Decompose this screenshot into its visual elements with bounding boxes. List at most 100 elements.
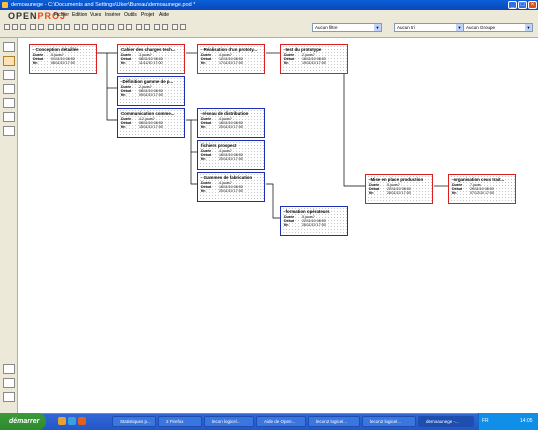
outdent-icon[interactable]	[144, 24, 150, 30]
network-node[interactable]: - Gammes de fabrication Durée 4 jours? Dé…	[197, 172, 265, 202]
window-title: demoaunege - C:\Documents and Settings\U…	[11, 2, 196, 8]
network-node[interactable]: -Mise en place production Durée 5 jours? …	[365, 174, 433, 204]
taskbar-item[interactable]: 2 Firefox	[158, 416, 202, 427]
menu-projet[interactable]: Projet	[141, 12, 154, 18]
taskbar-item[interactable]: lecon logicel...	[204, 416, 254, 427]
node-end: 15/11/10 17:00	[139, 125, 163, 130]
taskbar-item[interactable]: Aide de Open...	[256, 416, 306, 427]
menu-edition[interactable]: Edition	[72, 12, 87, 18]
network-node[interactable]: -réseau de distribution Durée 4 jours? Dé…	[197, 108, 265, 138]
wbs-view-icon[interactable]	[3, 84, 15, 94]
node-end: 26/11/10 17:00	[302, 223, 326, 228]
language-indicator[interactable]: FR	[482, 418, 489, 424]
taskbar-item[interactable]: Statistiques p...	[112, 416, 156, 427]
task-info-icon[interactable]	[162, 24, 168, 30]
undo-icon[interactable]	[74, 24, 80, 30]
network-node[interactable]: - Réalisation d'un prototy... Durée 4 jou…	[197, 44, 265, 74]
start-button[interactable]: démarrer	[0, 413, 46, 430]
gantt-view-icon[interactable]	[3, 42, 15, 52]
menu-vues[interactable]: Vues	[90, 12, 101, 18]
taskbar-item-active[interactable]: demoaunege -...	[418, 416, 474, 427]
network-node[interactable]: -organisation ceux trait... Durée 7 jours…	[448, 174, 516, 204]
network-node[interactable]: Cahier des charges tech... Durée 3 jours?…	[117, 44, 185, 74]
redo-icon[interactable]	[82, 24, 88, 30]
network-view-icon[interactable]	[3, 56, 15, 66]
print-icon[interactable]	[30, 24, 36, 30]
resources-view-icon[interactable]	[3, 70, 15, 80]
end-label: fin	[452, 191, 457, 196]
menu-fichier[interactable]: Fichier	[54, 12, 69, 18]
menu-inserer[interactable]: Insérer	[105, 12, 121, 18]
filter-select[interactable]: Aucun filtre ▼	[312, 23, 382, 32]
report-view-icon[interactable]	[3, 112, 15, 122]
sort-select[interactable]: Aucun tri ▼	[394, 23, 464, 32]
end-label: fin	[201, 61, 206, 66]
taskbar-item[interactable]: lecon2 logicel...	[308, 416, 360, 427]
node-end: 09/11/10 17:00	[139, 93, 163, 98]
rbs-view-icon[interactable]	[3, 98, 15, 108]
menu-outils[interactable]: Outils	[124, 12, 137, 18]
group-select[interactable]: Aucun Groupe ▼	[463, 23, 533, 32]
network-node[interactable]: fichiers prospect Durée 4 jours? Début 16/…	[197, 140, 265, 170]
node-title: Communication comme...	[121, 111, 175, 116]
end-label: fin	[121, 93, 126, 98]
end-label: fin	[201, 125, 206, 130]
node-title: - Conception détaillée	[33, 47, 79, 52]
node-title: - Réalisation d'un prototy...	[201, 47, 258, 52]
find-icon[interactable]	[92, 24, 98, 30]
node-end: 07/12/10 17:00	[470, 191, 494, 196]
network-node[interactable]: -Définition gamme de p... Durée 2 jours? …	[117, 76, 185, 106]
preview-icon[interactable]	[38, 24, 44, 30]
task-usage-icon[interactable]	[3, 126, 15, 136]
menu-aide[interactable]: Aide	[159, 12, 169, 18]
network-node[interactable]: - Conception détaillée Durée 5 jours? Déb…	[29, 44, 97, 74]
end-label: fin	[33, 61, 38, 66]
quicklaunch-icon[interactable]	[68, 417, 76, 425]
new-icon[interactable]	[4, 24, 10, 30]
link-icon[interactable]	[118, 24, 124, 30]
charts-icon[interactable]	[3, 378, 15, 388]
node-title: -test du prototype	[284, 47, 322, 52]
clock: 14:05	[520, 418, 533, 424]
end-label: fin	[284, 61, 289, 66]
indent-icon[interactable]	[136, 24, 142, 30]
node-title: fichiers prospect	[201, 143, 237, 148]
node-end: 17/11/10 17:00	[219, 61, 243, 66]
histogram-icon[interactable]	[3, 364, 15, 374]
unlink-icon[interactable]	[126, 24, 132, 30]
node-title: - Gammes de fabrication	[201, 175, 253, 180]
node-title: Cahier des charges tech...	[121, 47, 176, 52]
view-sidebar	[0, 38, 18, 413]
zoom-out-icon[interactable]	[108, 24, 114, 30]
end-label: fin	[369, 191, 374, 196]
group-value: Aucun Groupe	[466, 25, 496, 30]
maximize-button[interactable]: □	[518, 1, 527, 9]
chevron-down-icon: ▼	[525, 24, 532, 31]
calendar-icon[interactable]	[154, 24, 160, 30]
save-icon[interactable]	[20, 24, 26, 30]
scroll-right-icon[interactable]	[180, 24, 186, 30]
usage-detail-icon[interactable]	[3, 392, 15, 402]
cut-icon[interactable]	[48, 24, 54, 30]
paste-icon[interactable]	[64, 24, 70, 30]
node-title: -organisation ceux trait...	[452, 177, 505, 182]
network-diagram: - Conception détaillée Durée 5 jours? Déb…	[19, 38, 538, 413]
close-button[interactable]: ×	[528, 1, 537, 9]
open-icon[interactable]	[12, 24, 18, 30]
chevron-down-icon: ▼	[374, 24, 381, 31]
quicklaunch-icon[interactable]	[78, 417, 86, 425]
node-end: 20/11/10 17:00	[219, 157, 243, 162]
zoom-in-icon[interactable]	[100, 24, 106, 30]
network-node[interactable]: -formation opérateurs Durée 5 jours? Débu…	[280, 206, 348, 236]
network-node[interactable]: -test du prototype Durée 2 jours? Début 18…	[280, 44, 348, 74]
quicklaunch-icon[interactable]	[58, 417, 66, 425]
network-node[interactable]: Communication comme... Durée 4.2 jours? D…	[117, 108, 185, 138]
copy-icon[interactable]	[56, 24, 62, 30]
scroll-left-icon[interactable]	[172, 24, 178, 30]
minimize-button[interactable]: _	[508, 1, 517, 9]
node-end: 06/11/10 17:00	[51, 61, 75, 66]
taskbar-item[interactable]: lecon2 logicel...	[362, 416, 416, 427]
node-title: -réseau de distribution	[201, 111, 249, 116]
chevron-down-icon: ▼	[456, 24, 463, 31]
end-label: fin	[201, 157, 206, 162]
